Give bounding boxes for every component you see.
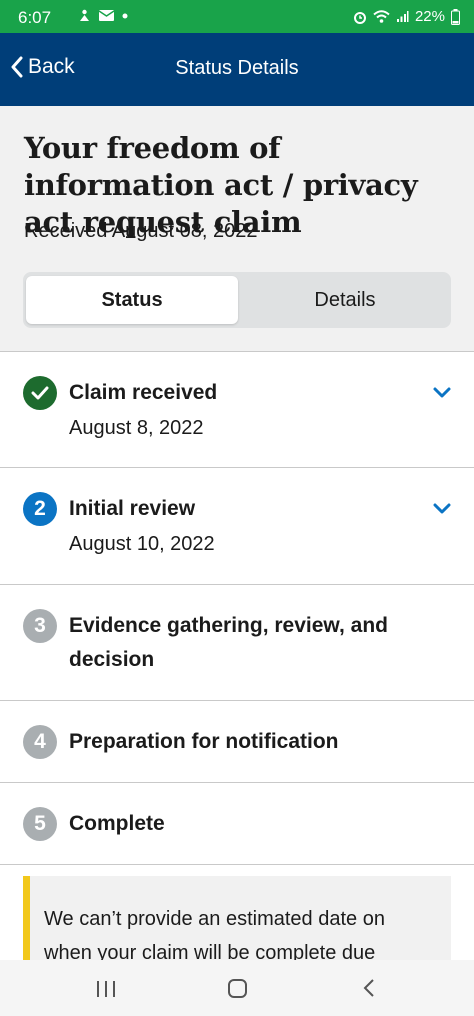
step-date: August 10, 2022 bbox=[69, 533, 215, 555]
navigation-bar: Back Status Details bbox=[0, 33, 474, 106]
home-icon[interactable] bbox=[228, 979, 247, 998]
recent-apps-icon[interactable] bbox=[96, 980, 116, 998]
step-complete: 5 Complete bbox=[0, 783, 474, 865]
step-title: Claim received bbox=[69, 381, 218, 404]
step-number-badge: 5 bbox=[23, 807, 57, 841]
status-details-tabs: Status Details bbox=[23, 272, 451, 328]
mail-icon bbox=[99, 10, 114, 21]
bluetooth-person-icon bbox=[80, 9, 89, 21]
nav-title: Status Details bbox=[175, 57, 299, 79]
step-title: Preparation for notification bbox=[69, 730, 339, 753]
status-time: 6:07 bbox=[18, 8, 52, 27]
alarm-icon bbox=[353, 11, 366, 24]
battery-icon bbox=[451, 8, 460, 25]
tab-status[interactable]: Status bbox=[26, 276, 238, 324]
step-evidence-gathering: 3 Evidence gathering, review, and decisi… bbox=[0, 585, 474, 701]
step-number-badge: 3 bbox=[23, 609, 57, 643]
system-navigation-bar bbox=[0, 960, 474, 1016]
battery-percent: 22% bbox=[414, 8, 445, 25]
step-title: Initial review bbox=[69, 497, 196, 520]
chevron-down-icon[interactable] bbox=[432, 386, 452, 400]
step-claim-received[interactable]: Claim received August 8, 2022 bbox=[0, 352, 474, 468]
received-date: Received August 08, 2022 bbox=[24, 220, 258, 242]
check-circle-icon bbox=[23, 376, 57, 410]
notification-icons bbox=[78, 9, 128, 22]
step-number-badge: 4 bbox=[23, 725, 57, 759]
dot-icon bbox=[122, 13, 128, 18]
claim-header: Your freedom of information act / privac… bbox=[0, 106, 474, 352]
signal-icon bbox=[396, 11, 409, 22]
step-date: August 8, 2022 bbox=[69, 417, 204, 439]
back-nav-icon[interactable] bbox=[362, 978, 376, 998]
tab-details[interactable]: Details bbox=[239, 276, 451, 324]
step-number-badge: 2 bbox=[23, 492, 57, 526]
step-title: Evidence gathering, review, and decision bbox=[69, 614, 388, 671]
status-bar: 6:07 22% bbox=[0, 0, 474, 33]
system-icons: 22% bbox=[353, 8, 460, 25]
chevron-down-icon[interactable] bbox=[432, 502, 452, 516]
step-initial-review[interactable]: 2 Initial review August 10, 2022 bbox=[0, 468, 474, 585]
wifi-icon bbox=[373, 10, 390, 23]
step-preparation-for-notification: 4 Preparation for notification bbox=[0, 701, 474, 783]
step-title: Complete bbox=[69, 812, 165, 835]
